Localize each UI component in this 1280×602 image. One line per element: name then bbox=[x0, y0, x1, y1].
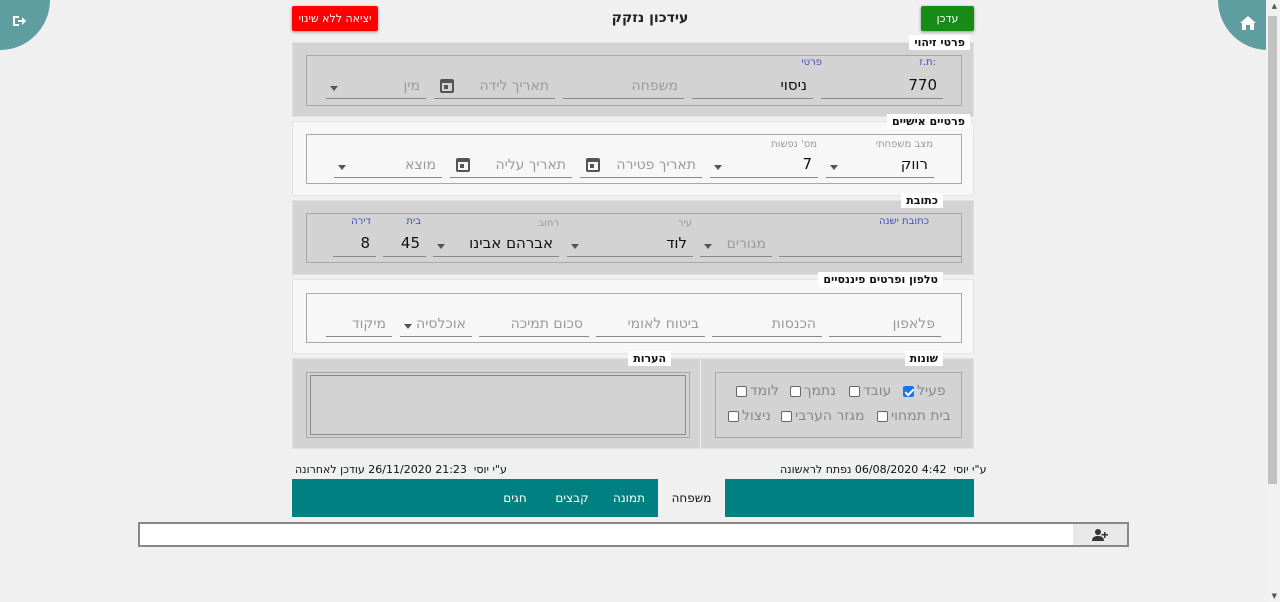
opened-info: ע"י יוסי 4:42 06/08/2020 נפתח לראשונה bbox=[780, 463, 987, 476]
logout-icon[interactable] bbox=[12, 14, 26, 32]
calendar-icon[interactable] bbox=[440, 79, 454, 93]
dropdown-caret-icon bbox=[714, 165, 722, 170]
address-section: כתובת כתובת ישנה מגורים עיר לוד רחוב אבר… bbox=[292, 193, 974, 275]
birth-date-field[interactable]: תאריך לידה bbox=[434, 75, 555, 99]
supported-checkbox[interactable]: נתמך bbox=[790, 383, 836, 399]
home-care-checkbox[interactable]: בית תמחוי bbox=[877, 408, 951, 424]
notes-legend: הערות bbox=[628, 351, 671, 366]
first-name-label: פרטי bbox=[801, 57, 822, 68]
national-insurance-field[interactable]: ביטוח לאומי bbox=[596, 313, 705, 337]
home-icon[interactable] bbox=[1240, 16, 1256, 34]
family-members-bar bbox=[138, 522, 1129, 547]
page-title: עידכון נזקק bbox=[611, 10, 689, 26]
street-select[interactable]: אברהם אבינו bbox=[433, 233, 559, 257]
arab-sector-checkbox[interactable]: מגזר הערבי bbox=[781, 408, 865, 424]
zip-field[interactable]: מיקוד bbox=[326, 313, 392, 337]
street-label: רחוב bbox=[538, 218, 559, 229]
dropdown-caret-icon bbox=[830, 165, 838, 170]
personal-section: פרטיים אישיים מצב משפחתי רווק מס' נפשות … bbox=[292, 114, 974, 196]
house-field[interactable]: 45 bbox=[383, 233, 426, 257]
update-button[interactable]: עדכן bbox=[921, 6, 974, 31]
active-checkbox[interactable]: פעיל bbox=[903, 383, 946, 399]
gender-select[interactable]: מין bbox=[326, 75, 426, 99]
dropdown-caret-icon bbox=[330, 86, 338, 91]
origin-select[interactable]: מוצא bbox=[334, 154, 442, 178]
dropdown-caret-icon bbox=[571, 244, 579, 249]
city-select[interactable]: לוד bbox=[567, 233, 693, 257]
dropdown-caret-icon bbox=[437, 244, 445, 249]
scrollbar[interactable]: ▲ ▼ bbox=[1266, 0, 1280, 602]
dropdown-caret-icon bbox=[338, 165, 346, 170]
mobile-field[interactable]: פלאפון bbox=[829, 313, 941, 337]
notes-textarea[interactable] bbox=[310, 375, 686, 435]
address-legend: כתובת bbox=[901, 193, 943, 208]
calendar-icon[interactable] bbox=[586, 158, 600, 172]
death-date-field[interactable]: תאריך פטירה bbox=[580, 154, 702, 178]
finance-legend: טלפון ופרטים פיננסיים bbox=[818, 272, 943, 287]
id-field[interactable]: 770 bbox=[821, 75, 943, 99]
tab-bar: משפחה תמונה קבצים חגים bbox=[292, 479, 974, 517]
last-name-field[interactable]: משפחה bbox=[563, 75, 684, 99]
souls-label: מס' נפשות bbox=[771, 139, 817, 150]
dropdown-caret-icon bbox=[404, 324, 412, 329]
scroll-down-icon[interactable]: ▼ bbox=[1272, 592, 1277, 600]
first-name-field[interactable]: ניסוי bbox=[692, 75, 813, 99]
tab-family[interactable]: משפחה bbox=[658, 479, 725, 517]
student-checkbox[interactable]: לומד bbox=[736, 383, 779, 399]
misc-notes-section: שונות הערות פעיל עובד נתמך לומד בית תמחו… bbox=[292, 351, 974, 450]
apartment-label: דירה bbox=[351, 216, 371, 227]
identity-legend: פרטי זיהוי bbox=[909, 35, 970, 50]
scroll-up-icon[interactable]: ▲ bbox=[1272, 2, 1277, 10]
survivor-checkbox[interactable]: ניצול bbox=[728, 408, 771, 424]
tab-photo[interactable]: תמונה bbox=[600, 479, 658, 517]
income-field[interactable]: הכנסות bbox=[712, 313, 822, 337]
misc-legend: שונות bbox=[904, 351, 943, 366]
finance-section: טלפון ופרטים פיננסיים פלאפון הכנסות ביטו… bbox=[292, 272, 974, 354]
house-label: בית bbox=[406, 216, 421, 227]
population-select[interactable]: אוכלסיה bbox=[400, 313, 472, 337]
worker-checkbox[interactable]: עובד bbox=[849, 383, 891, 399]
scroll-thumb[interactable] bbox=[1268, 16, 1277, 484]
marital-label: מצב משפחתי bbox=[875, 139, 933, 150]
identity-section: פרטי זיהוי ת.ז: 770 פרטי ניסוי משפחה תאר… bbox=[292, 35, 974, 117]
old-address-label: כתובת ישנה bbox=[879, 216, 929, 227]
aliyah-date-field[interactable]: תאריך עליה bbox=[450, 154, 572, 178]
add-person-icon bbox=[1092, 528, 1108, 541]
support-amount-field[interactable]: סכום תמיכה bbox=[479, 313, 589, 337]
city-label: עיר bbox=[677, 218, 692, 229]
apartment-field[interactable]: 8 bbox=[333, 233, 376, 257]
marital-select[interactable]: רווק bbox=[826, 154, 934, 178]
personal-legend: פרטיים אישיים bbox=[886, 114, 970, 129]
calendar-icon[interactable] bbox=[456, 158, 470, 172]
id-label: ת.ז: bbox=[919, 57, 936, 68]
add-person-button[interactable] bbox=[1073, 524, 1127, 545]
tab-files[interactable]: קבצים bbox=[544, 479, 600, 517]
updated-info: ע"י יוסי 21:23 26/11/2020 עודכן לאחרונה bbox=[295, 463, 507, 476]
exit-without-change-button[interactable]: יציאה ללא שינוי bbox=[292, 6, 378, 31]
dropdown-caret-icon bbox=[704, 244, 712, 249]
residence-select[interactable]: מגורים bbox=[700, 233, 772, 257]
souls-select[interactable]: 7 bbox=[710, 154, 818, 178]
old-address-field[interactable] bbox=[779, 233, 961, 257]
tab-holidays[interactable]: חגים bbox=[492, 479, 538, 517]
